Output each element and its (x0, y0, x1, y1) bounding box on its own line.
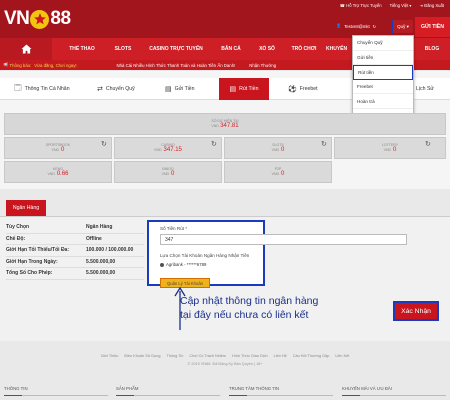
tab-history[interactable]: Lịch Sử (416, 78, 434, 100)
top-utility-bar: ☎ Hỗ Trợ Trực Tuyến Tiếng Việt ▾ ⇥ Đăng … (340, 3, 444, 8)
info-row: Tùy Chọn Ngân Hàng (6, 222, 144, 234)
transfer-icon: ⇄ (97, 86, 103, 93)
radio-icon (160, 262, 164, 267)
tab-deposit[interactable]: ▤ Gửi Tiền (165, 78, 195, 100)
nav-item-games[interactable]: TRÒ CHƠI (284, 38, 324, 60)
divider (134, 395, 220, 396)
divider (360, 395, 446, 396)
info-row: Tổng Số Cho Phép: 5.500.000,00 (6, 268, 144, 280)
confirm-button[interactable]: Xác Nhận (393, 301, 439, 321)
footer-link[interactable]: Liên Kết (335, 354, 349, 358)
footer-heading: KHUYẾN MÃI VÀ ƯU ĐÃI (342, 386, 392, 391)
nav-item-slots[interactable]: SLOTS (106, 38, 140, 60)
quy-menu-button[interactable]: Quỹ ▾ (392, 19, 414, 34)
refresh-icon[interactable]: ↻ (425, 140, 431, 148)
annotation-note: Cập nhật thông tin ngân hàng tại đây nếu… (180, 295, 319, 321)
copyright: © 2019 VN88. Đã Đăng Ký Bản Quyền | 18+ (187, 362, 263, 366)
logout-link[interactable]: ⇥ Đăng Xuất (420, 3, 444, 8)
footer-links: Giới Thiệu Điều Khoản Sử Dụng Thông Tin … (0, 351, 450, 361)
info-row: Giới Hạn Trong Ngày: 5.500.000,00 (6, 257, 144, 268)
account-radio[interactable]: Agribank - ******6789 (160, 262, 206, 267)
menu-item-rebate[interactable]: Hoàn trả (353, 94, 413, 109)
nav-item-sports[interactable]: THỂ THAO (58, 38, 106, 60)
balance-cell-bingo: BINGO VND 0 (114, 161, 222, 183)
home-icon (21, 44, 31, 54)
home-button[interactable] (0, 38, 52, 60)
ticker-more: Nhà Cái Nhiều Hình Thức Thanh Toán và Ho… (116, 62, 236, 68)
tab-freebet[interactable]: ⚽ Freebet (288, 78, 318, 100)
divider (116, 395, 134, 396)
footer-link[interactable]: Hình Thức Giao Dịch (232, 354, 268, 358)
tab-withdraw[interactable]: ▤ Rút Tiền (219, 78, 269, 100)
refresh-icon[interactable]: ↻ (373, 24, 377, 29)
balance-cell-slots: SLOTS VND 0 (224, 137, 332, 159)
footer-link[interactable]: Câu Hỏi Thường Gặp (293, 354, 330, 358)
username: Testvn8@mkt (344, 23, 370, 29)
menu-item-transfer[interactable]: Chuyển Quỹ (353, 36, 413, 51)
total-balance: SỐ DƯ HIỆN TẠI VND 347.81 (4, 113, 446, 135)
ticker-label: Thông báo: (9, 62, 32, 68)
menu-item-withdraw[interactable]: Rút tiền (353, 65, 413, 80)
ticker-more-2: Nhận Thưởng (249, 62, 277, 68)
info-row: Giới Hạn Tối Thiểu/Tối Đa: 100.000 / 100.… (6, 245, 144, 257)
footer-link[interactable]: Liên Hệ (274, 354, 287, 358)
divider (0, 216, 450, 217)
tab-profile[interactable]: 🗔 Thông Tin Cá Nhân (14, 78, 70, 100)
footer-link[interactable]: Chơi Có Trách Nhiệm (189, 354, 226, 358)
account-label: Lựa Chọn Tài Khoản Ngân Hàng Nhận Tiền (160, 253, 250, 258)
nav-item-fishing[interactable]: BẮN CÁ (212, 38, 250, 60)
footer-heading: SẢN PHẨM (116, 386, 139, 391)
info-row: Chế Độ: Offline (6, 234, 144, 245)
divider (4, 395, 22, 396)
profile-icon: 🗔 (14, 84, 22, 92)
divider (342, 395, 360, 396)
footer-heading: THÔNG TIN (4, 386, 28, 391)
refresh-icon[interactable]: ↻ (101, 140, 107, 148)
balance-cell-keno: KENO VND 0.66 (4, 161, 112, 183)
divider (247, 395, 333, 396)
deposit-icon: ▤ (165, 86, 172, 93)
footer-link[interactable]: Giới Thiệu (101, 354, 119, 358)
menu-item-freebet[interactable]: Freebet (353, 80, 413, 95)
balance-cell-casino: CASINO VND 347.15 (114, 137, 222, 159)
user-info: 👤 Testvn8@mkt ↻ (336, 23, 376, 29)
divider (22, 395, 108, 396)
star-icon (30, 9, 50, 29)
nav-item-casino[interactable]: CASINO TRỰC TUYẾN (140, 38, 212, 60)
tab-transfer[interactable]: ⇄ Chuyển Quỹ (97, 78, 135, 100)
footer-link[interactable]: Điều Khoản Sử Dụng (124, 354, 160, 358)
refresh-icon[interactable]: ↻ (321, 140, 327, 148)
divider (229, 395, 247, 396)
total-balance-value: 347.81 (220, 123, 239, 129)
tab-bank[interactable]: Ngân Hàng (6, 200, 46, 216)
language-select[interactable]: Tiếng Việt ▾ (390, 3, 412, 8)
freebet-icon: ⚽ (288, 86, 297, 93)
nav-item-lottery[interactable]: XỔ SỐ (250, 38, 284, 60)
amount-input[interactable]: 347 (160, 234, 407, 245)
balance-cell-sportsbook: SPORTSBOOK VND 0 (4, 137, 112, 159)
balance-cell-p2p: P2P VND 0 (224, 161, 332, 183)
footer-link[interactable]: Thông Tin (166, 354, 183, 358)
help-link[interactable]: ☎ Hỗ Trợ Trực Tuyến (340, 3, 382, 8)
footer-heading: TRUNG TÂM THÔNG TIN (229, 386, 280, 391)
quy-dropdown-menu: Chuyển Quỹ Gửi tiền Rút tiền Freebet Hoà… (352, 35, 414, 124)
amount-label: Số Tiền Rút * (160, 226, 188, 231)
total-balance-unit: VND (211, 124, 219, 128)
refresh-icon[interactable]: ↻ (211, 140, 217, 148)
bank-info-table: Tùy Chọn Ngân Hàng Chế Độ: Offline Giới Hạ… (6, 222, 144, 280)
vn88-logo[interactable]: VN 88 (0, 0, 78, 38)
menu-item-deposit[interactable]: Gửi tiền (353, 51, 413, 66)
logo-number: 88 (50, 8, 71, 29)
withdraw-icon: ▤ (229, 86, 237, 93)
user-icon: 👤 (336, 23, 342, 28)
ticker-text: Vừa đăng, Chơi ngay! (34, 62, 77, 68)
nav-item-promo[interactable]: KHUYẾN (326, 38, 352, 60)
deposit-button[interactable]: GỬI TIỀN (415, 17, 450, 37)
nav-item-blog[interactable]: BLOG (418, 38, 446, 60)
logo-text: VN (4, 8, 30, 29)
